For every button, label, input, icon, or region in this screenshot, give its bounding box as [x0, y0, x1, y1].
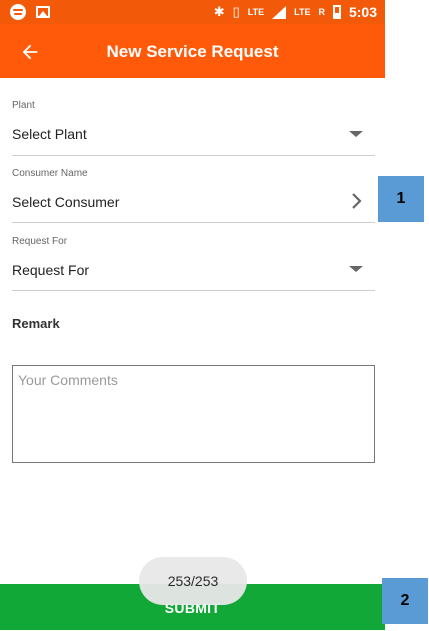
callout-badge-1: 1 [378, 176, 424, 222]
dropdown-arrow-icon[interactable] [349, 131, 363, 137]
consumer-label: Consumer Name [12, 168, 88, 179]
consumer-underline [12, 222, 375, 223]
chevron-right-icon[interactable] [350, 193, 364, 209]
battery-icon [332, 5, 341, 19]
image-notification-icon [36, 6, 50, 18]
plant-underline [12, 155, 375, 156]
request-for-label: Request For [12, 236, 68, 247]
request-for-select[interactable]: Request For [12, 262, 89, 278]
bluetooth-icon: ✱ [213, 4, 225, 19]
callout-badge-2: 2 [382, 578, 428, 624]
spotify-icon [10, 4, 26, 20]
status-bar: ✱ ▯ LTE LTE R 5:03 [0, 0, 385, 24]
lte-label: LTE [294, 7, 311, 17]
volte-label: LTE [247, 7, 265, 17]
dropdown-arrow-icon[interactable] [349, 266, 363, 272]
remark-label: Remark [12, 316, 60, 331]
plant-select[interactable]: Select Plant [12, 126, 87, 142]
request-for-underline [12, 290, 375, 291]
status-right: ✱ ▯ LTE LTE R 5:03 [214, 4, 377, 20]
page-title: New Service Request [106, 42, 279, 61]
signal-icon [272, 5, 287, 19]
status-time: 5:03 [348, 4, 377, 20]
plant-label: Plant [12, 100, 35, 111]
app-bar: New Service Request [0, 24, 385, 78]
status-left [10, 4, 50, 20]
vibrate-icon: ▯ [232, 4, 240, 19]
roaming-label: R [318, 7, 325, 17]
toast-message: 253/253 [139, 557, 247, 605]
consumer-select[interactable]: Select Consumer [12, 194, 119, 210]
comments-input[interactable] [12, 365, 375, 463]
app-screen: ✱ ▯ LTE LTE R 5:03 New Service Request P… [0, 0, 385, 631]
